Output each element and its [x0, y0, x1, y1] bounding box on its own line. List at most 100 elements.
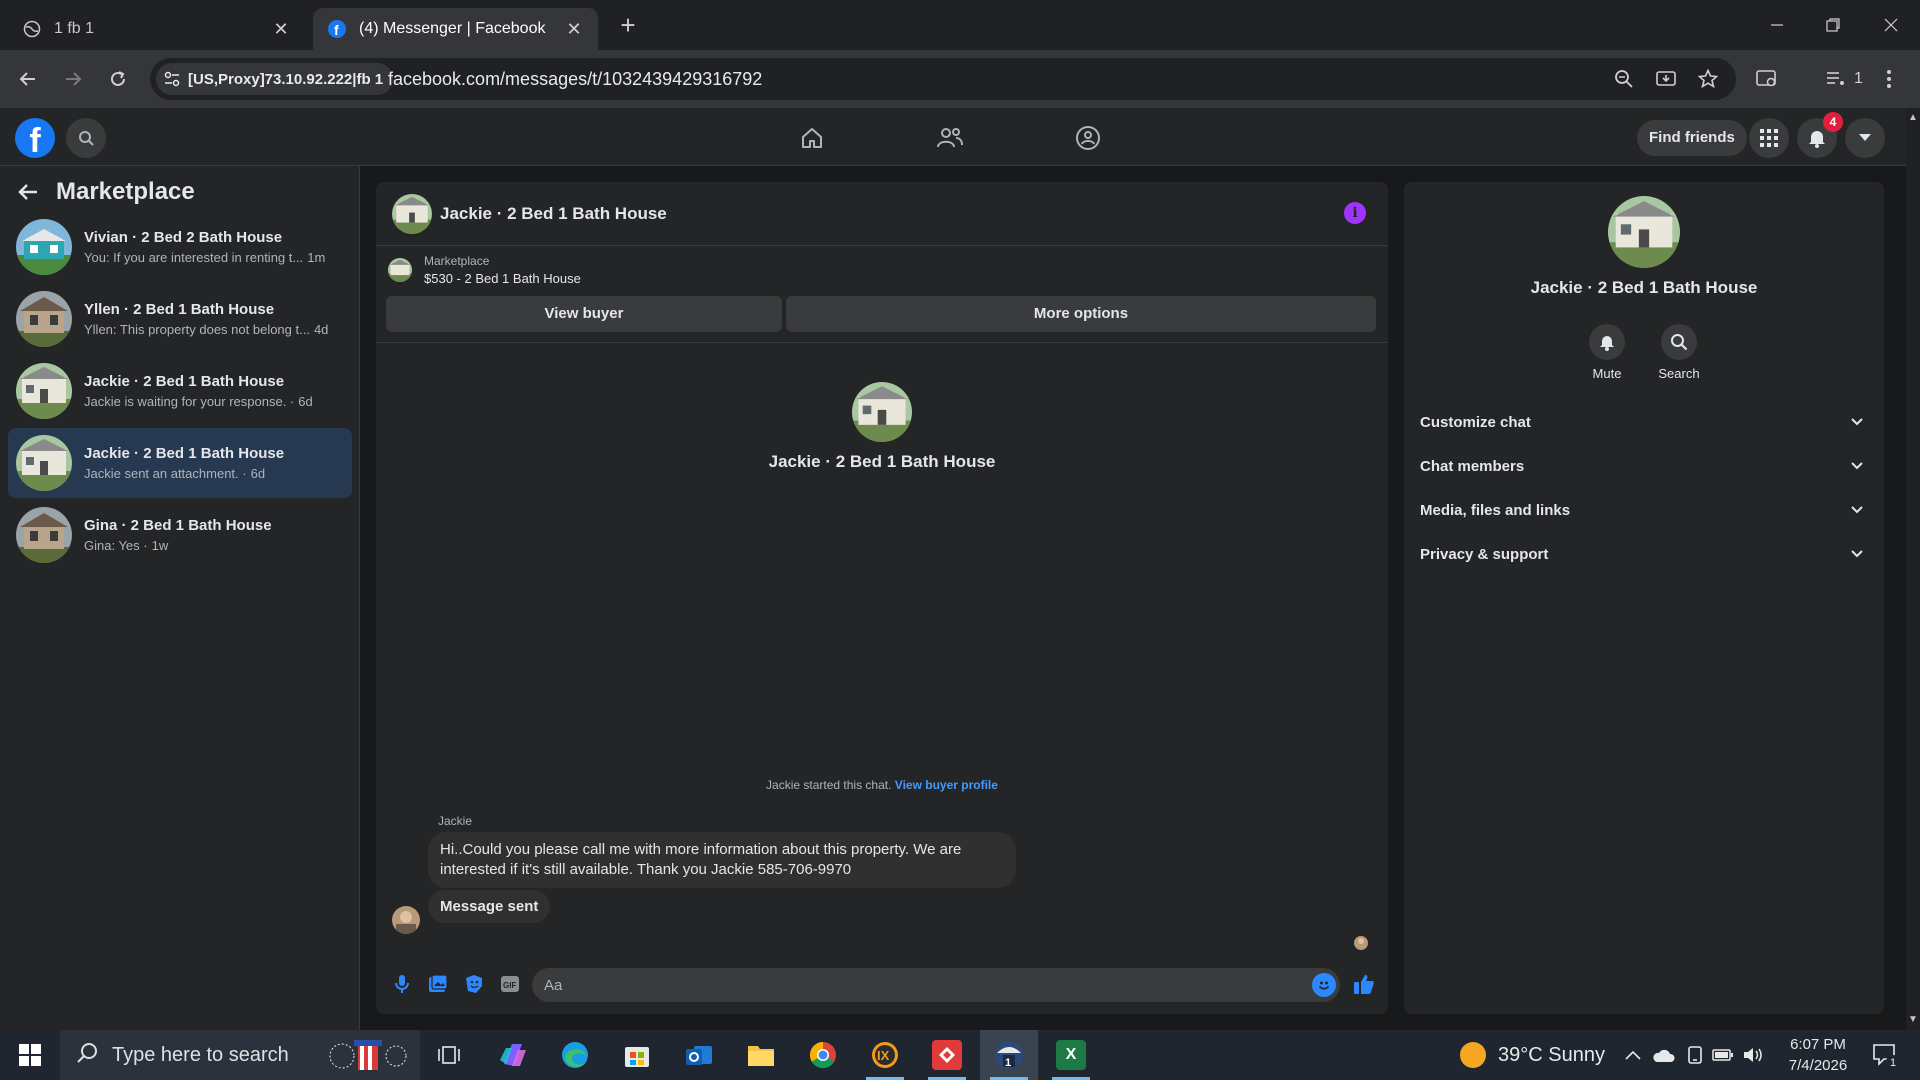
install-app-icon[interactable]: [1654, 67, 1678, 91]
view-buyer-profile-link[interactable]: View buyer profile: [895, 778, 998, 792]
facebook-header: f Find friends 4: [0, 108, 1906, 166]
info-icon[interactable]: i: [1344, 202, 1366, 224]
zoom-icon[interactable]: [1612, 67, 1636, 91]
thumbs-up-icon[interactable]: [1352, 972, 1376, 996]
account-dropdown-icon[interactable]: [1845, 118, 1885, 158]
search-in-chat-button[interactable]: Search: [1639, 324, 1719, 381]
conversation-preview: You: If you are interested in renting t.…: [84, 250, 304, 265]
bookmark-star-icon[interactable]: [1696, 67, 1720, 91]
marketplace-header: Marketplace: [18, 178, 195, 206]
new-tab-button[interactable]: +: [615, 12, 641, 38]
ixbrowser-icon[interactable]: IX: [856, 1030, 914, 1080]
back-arrow-icon[interactable]: [11, 62, 45, 96]
marketplace-listing[interactable]: Marketplace $530 - 2 Bed 1 Bath House: [388, 254, 581, 286]
address-bar[interactable]: [US,Proxy]73.10.92.222|fb 1 facebook.com…: [150, 58, 1736, 100]
scroll-down-icon[interactable]: ▼: [1908, 1014, 1918, 1025]
outlook-icon[interactable]: [670, 1030, 728, 1080]
facebook-icon: f: [327, 19, 347, 39]
svg-text:IX: IX: [877, 1048, 890, 1063]
media-files-links-section[interactable]: Media, files and links: [1412, 488, 1876, 532]
gif-icon[interactable]: GIF: [498, 972, 522, 996]
copilot-icon[interactable]: [484, 1030, 542, 1080]
tab-fb1[interactable]: 1 fb 1 ✕: [8, 8, 305, 50]
conversation-time: 4d: [313, 322, 329, 337]
message-input[interactable]: [544, 968, 1284, 1002]
conversation-item[interactable]: Jackie · 2 Bed 1 Bath House Jackie is wa…: [8, 356, 352, 426]
chat-avatar[interactable]: [392, 194, 432, 234]
chevron-up-icon[interactable]: [1620, 1042, 1646, 1068]
message-bubble: Message sent: [428, 890, 551, 923]
microsoft-store-icon[interactable]: [608, 1030, 666, 1080]
house-avatar: [16, 291, 72, 347]
mute-label: Mute: [1592, 366, 1622, 381]
conversation-preview: Jackie sent an attachment. ·: [84, 466, 247, 481]
contact-name: Jackie · 2 Bed 1 Bath House: [768, 452, 996, 471]
battery-icon[interactable]: [1710, 1042, 1736, 1068]
windows-start-icon[interactable]: [0, 1030, 60, 1080]
search-icon[interactable]: [66, 118, 106, 158]
edge-icon[interactable]: [546, 1030, 604, 1080]
notifications-icon[interactable]: 1: [1870, 1040, 1900, 1070]
browser-profile-icon[interactable]: 1: [980, 1030, 1038, 1080]
chat-title[interactable]: Jackie · 2 Bed 1 Bath House: [440, 204, 667, 224]
anydesk-icon[interactable]: [918, 1030, 976, 1080]
conversation-item-selected[interactable]: Jackie · 2 Bed 1 Bath House Jackie sent …: [8, 428, 352, 498]
section-label: Media, files and links: [1420, 501, 1571, 519]
reload-icon[interactable]: [101, 62, 135, 96]
find-friends-button[interactable]: Find friends: [1637, 120, 1747, 156]
kebab-menu-icon[interactable]: [1886, 64, 1892, 94]
friends-icon[interactable]: [930, 118, 970, 158]
mute-button[interactable]: Mute: [1567, 324, 1647, 381]
home-icon[interactable]: [792, 118, 832, 158]
minimize-icon[interactable]: [1762, 10, 1792, 40]
close-window-icon[interactable]: [1876, 10, 1906, 40]
task-view-icon[interactable]: [420, 1030, 478, 1080]
conversation-item[interactable]: Gina · 2 Bed 1 Bath House Gina: Yes · 1w: [8, 500, 352, 570]
globe-icon: [22, 19, 42, 39]
microphone-icon[interactable]: [390, 972, 414, 996]
chat-members-section[interactable]: Chat members: [1412, 444, 1876, 488]
contact-avatar: [1608, 196, 1680, 268]
house-avatar: [16, 363, 72, 419]
onedrive-icon[interactable]: [1650, 1042, 1676, 1068]
tab-messenger[interactable]: f (4) Messenger | Facebook ✕: [313, 8, 598, 50]
tune-icon: [164, 71, 180, 87]
facebook-logo[interactable]: f: [15, 118, 55, 158]
more-options-button[interactable]: More options: [786, 296, 1376, 332]
groups-icon[interactable]: [1068, 118, 1108, 158]
conversation-item[interactable]: Vivian · 2 Bed 2 Bath House You: If you …: [8, 212, 352, 282]
view-buyer-button[interactable]: View buyer: [386, 296, 782, 332]
conversation-preview: Jackie is waiting for your response. ·: [84, 394, 295, 409]
site-info-chip[interactable]: [US,Proxy]73.10.92.222|fb 1: [156, 63, 394, 95]
side-panel-icon[interactable]: [1756, 64, 1778, 94]
customize-chat-section[interactable]: Customize chat: [1412, 400, 1876, 444]
taskbar-search-input[interactable]: [112, 1043, 312, 1067]
apps-menu-icon[interactable]: [1749, 118, 1789, 158]
photo-icon[interactable]: [426, 972, 450, 996]
message-composer: [532, 968, 1340, 1002]
privacy-support-section[interactable]: Privacy & support: [1412, 532, 1876, 576]
chrome-icon[interactable]: [794, 1030, 852, 1080]
file-explorer-icon[interactable]: [732, 1030, 790, 1080]
chevron-down-icon: [1850, 502, 1864, 519]
emoji-icon[interactable]: [1312, 973, 1336, 997]
profile-menu-icon[interactable]: 1: [1826, 64, 1863, 94]
forward-arrow-icon[interactable]: [56, 62, 90, 96]
back-arrow-icon[interactable]: [18, 178, 46, 206]
restore-icon[interactable]: [1818, 10, 1848, 40]
url-text[interactable]: facebook.com/messages/t/1032439429316792: [388, 69, 762, 90]
sticker-icon[interactable]: [462, 972, 486, 996]
weather-widget[interactable]: 39°C Sunny: [1460, 1030, 1605, 1080]
conversation-item[interactable]: Yllen · 2 Bed 1 Bath House Yllen: This p…: [8, 284, 352, 354]
taskbar-search-box[interactable]: [60, 1030, 420, 1080]
scroll-up-icon[interactable]: ▲: [1908, 112, 1918, 123]
excel-icon[interactable]: X: [1042, 1030, 1100, 1080]
volume-icon[interactable]: [1740, 1042, 1766, 1068]
page-scrollbar[interactable]: ▲ ▼: [1906, 108, 1920, 1030]
tab-title: 1 fb 1: [54, 20, 95, 37]
meet-now-icon[interactable]: [1682, 1042, 1708, 1068]
system-clock[interactable]: 6:07 PM 7/4/2026: [1770, 1034, 1866, 1076]
conversation-time: 6d: [250, 466, 266, 481]
close-tab-icon[interactable]: ✕: [271, 19, 291, 39]
close-tab-icon[interactable]: ✕: [564, 19, 584, 39]
